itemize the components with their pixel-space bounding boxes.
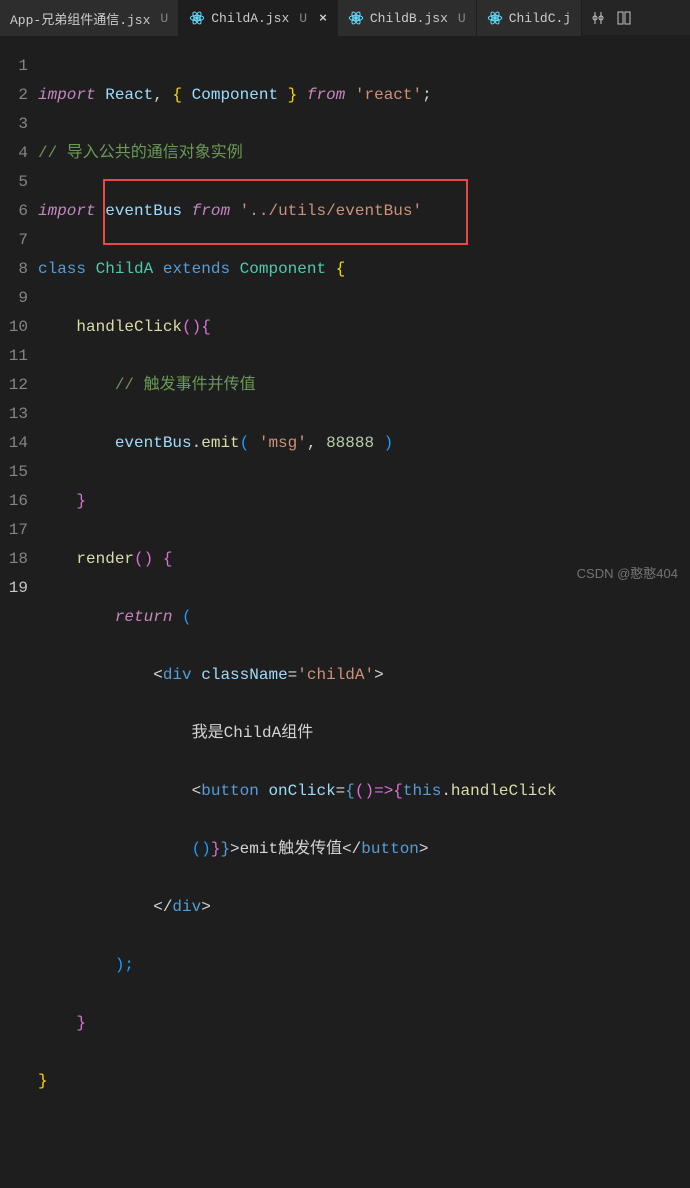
code-area[interactable]: import React, { Component } from 'react'…: [38, 36, 684, 594]
react-icon: [487, 10, 503, 26]
line-gutter: 123 456 789 101112 1314 151617 1819: [0, 36, 38, 594]
tab-childc[interactable]: ChildC.j: [477, 0, 582, 36]
watermark: CSDN @憨憨404: [577, 559, 678, 588]
tab-label: App-兄弟组件通信.jsx: [10, 9, 150, 28]
react-icon: [348, 10, 364, 26]
split-icon[interactable]: [616, 10, 632, 26]
minimap[interactable]: [684, 36, 690, 594]
tab-app[interactable]: App-兄弟组件通信.jsx U: [0, 0, 179, 36]
tab-childa[interactable]: ChildA.jsx U ×: [179, 0, 338, 36]
unsaved-indicator: U: [458, 11, 466, 26]
unsaved-indicator: U: [160, 11, 168, 26]
tab-label: ChildB.jsx: [370, 11, 448, 26]
tab-label: ChildC.j: [509, 11, 571, 26]
tab-childb[interactable]: ChildB.jsx U: [338, 0, 477, 36]
tab-bar: App-兄弟组件通信.jsx U ChildA.jsx U × ChildB.j…: [0, 0, 690, 36]
editor[interactable]: 123 456 789 101112 1314 151617 1819 impo…: [0, 36, 690, 594]
tab-label: ChildA.jsx: [211, 11, 289, 26]
close-icon[interactable]: ×: [319, 11, 327, 26]
compare-icon[interactable]: [590, 10, 606, 26]
unsaved-indicator: U: [299, 11, 307, 26]
react-icon: [189, 10, 205, 26]
